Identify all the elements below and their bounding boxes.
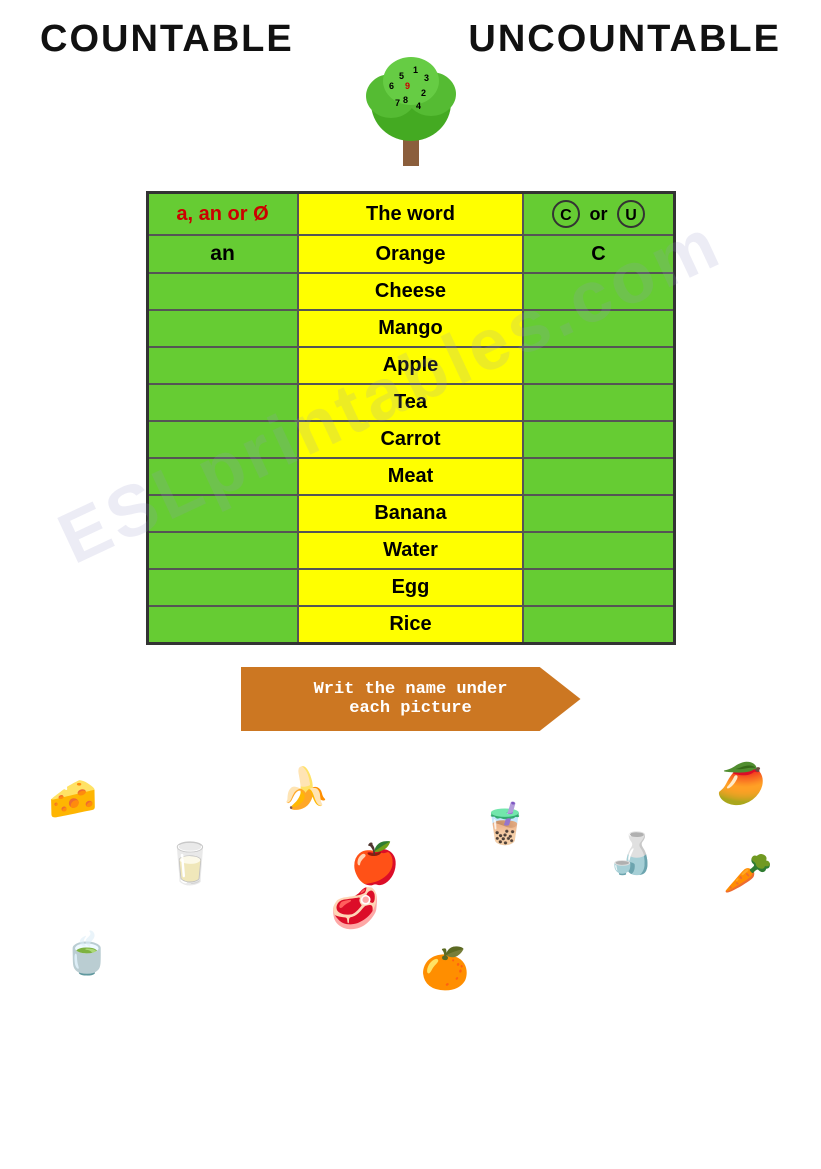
rice-image: 🍵 bbox=[62, 934, 112, 974]
svg-text:5: 5 bbox=[399, 71, 404, 81]
table-row: Carrot bbox=[147, 421, 674, 458]
main-table-wrapper: a, an or Ø The word C or U anOrangeCChee… bbox=[0, 191, 821, 645]
answer-cell bbox=[523, 606, 674, 644]
article-cell bbox=[147, 606, 298, 644]
instruction-area: Writ the name under each picture bbox=[146, 667, 676, 731]
word-cell: Cheese bbox=[298, 273, 524, 310]
svg-text:9: 9 bbox=[405, 81, 410, 91]
article-cell bbox=[147, 495, 298, 532]
answer-cell bbox=[523, 310, 674, 347]
carrot-image: 🥕 bbox=[723, 854, 773, 894]
header-article-col: a, an or Ø bbox=[147, 193, 298, 236]
or-label: or bbox=[589, 204, 607, 224]
word-cell: Mango bbox=[298, 310, 524, 347]
article-cell bbox=[147, 273, 298, 310]
table-row: Rice bbox=[147, 606, 674, 644]
svg-text:2: 2 bbox=[421, 88, 426, 98]
answer-cell bbox=[523, 458, 674, 495]
table-row: Meat bbox=[147, 458, 674, 495]
article-cell bbox=[147, 310, 298, 347]
svg-text:7: 7 bbox=[395, 98, 400, 108]
cheese-image: 🧀 bbox=[48, 779, 98, 819]
article-cell bbox=[147, 458, 298, 495]
exercises-table: a, an or Ø The word C or U anOrangeCChee… bbox=[146, 191, 676, 645]
water-image: 🍶 bbox=[606, 834, 656, 874]
banana-image: 🍌 bbox=[280, 769, 330, 809]
svg-text:6: 6 bbox=[389, 81, 394, 91]
table-row: Apple bbox=[147, 347, 674, 384]
article-cell bbox=[147, 569, 298, 606]
svg-text:1: 1 bbox=[413, 65, 418, 75]
word-cell: Egg bbox=[298, 569, 524, 606]
answer-cell bbox=[523, 532, 674, 569]
article-cell bbox=[147, 532, 298, 569]
table-row: Banana bbox=[147, 495, 674, 532]
article-cell bbox=[147, 421, 298, 458]
header-answer-col: C or U bbox=[523, 193, 674, 236]
egg-image: 🥛 bbox=[165, 844, 215, 884]
answer-cell bbox=[523, 421, 674, 458]
word-cell: Orange bbox=[298, 235, 524, 273]
pictures-area: 🧀 🍌 🥭 🧋 🥛 🍎 🍶 🥕 🍵 🍊 🥩 bbox=[0, 749, 821, 1079]
header-word-col: The word bbox=[298, 193, 524, 236]
instruction-box: Writ the name under each picture bbox=[241, 667, 581, 731]
table-row: Cheese bbox=[147, 273, 674, 310]
c-circle: C bbox=[552, 200, 580, 228]
word-cell: Meat bbox=[298, 458, 524, 495]
svg-text:8: 8 bbox=[403, 95, 408, 105]
answer-cell bbox=[523, 273, 674, 310]
svg-text:3: 3 bbox=[424, 73, 429, 83]
svg-text:4: 4 bbox=[416, 101, 421, 111]
instruction-text: Writ the name under each picture bbox=[314, 680, 508, 718]
article-cell: an bbox=[147, 235, 298, 273]
word-cell: Banana bbox=[298, 495, 524, 532]
orange-image: 🍊 bbox=[420, 949, 470, 989]
tree-icon: 5 1 3 6 9 2 7 4 8 bbox=[356, 51, 466, 171]
apple-image: 🍎 bbox=[350, 844, 400, 884]
meat-image: 🥩 bbox=[330, 889, 380, 929]
mango-image: 🥭 bbox=[716, 764, 766, 804]
word-cell: Water bbox=[298, 532, 524, 569]
u-circle: U bbox=[617, 200, 645, 228]
table-header-row: a, an or Ø The word C or U bbox=[147, 193, 674, 236]
table-row: Egg bbox=[147, 569, 674, 606]
answer-cell: C bbox=[523, 235, 674, 273]
answer-cell bbox=[523, 347, 674, 384]
table-row: Tea bbox=[147, 384, 674, 421]
word-cell: Apple bbox=[298, 347, 524, 384]
tea-image: 🧋 bbox=[480, 804, 530, 844]
word-cell: Tea bbox=[298, 384, 524, 421]
word-cell: Rice bbox=[298, 606, 524, 644]
answer-cell bbox=[523, 495, 674, 532]
answer-cell bbox=[523, 569, 674, 606]
word-cell: Carrot bbox=[298, 421, 524, 458]
table-row: Mango bbox=[147, 310, 674, 347]
article-cell bbox=[147, 347, 298, 384]
answer-cell bbox=[523, 384, 674, 421]
table-row: anOrangeC bbox=[147, 235, 674, 273]
tree-area: 5 1 3 6 9 2 7 4 8 bbox=[0, 51, 821, 181]
article-cell bbox=[147, 384, 298, 421]
table-row: Water bbox=[147, 532, 674, 569]
